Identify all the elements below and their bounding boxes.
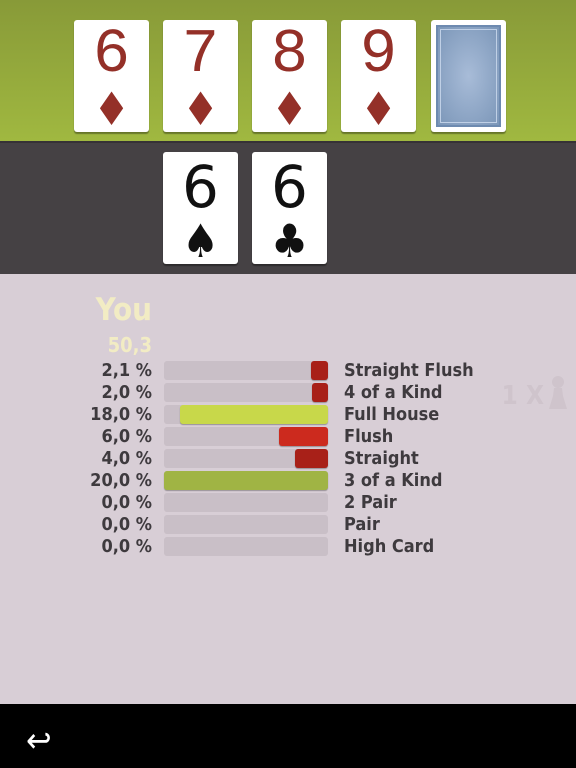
card-back-pattern bbox=[436, 25, 501, 127]
odds-row: 18,0 % Full House bbox=[0, 404, 576, 426]
odds-row: 6,0 % Flush bbox=[0, 426, 576, 448]
odds-row: 0,0 % Pair bbox=[0, 514, 576, 536]
odds-bar-track bbox=[164, 515, 328, 534]
odds-bar-track bbox=[164, 471, 328, 490]
player-info: You 50,3 bbox=[96, 293, 152, 357]
player-name: You bbox=[95, 292, 152, 328]
player-score: 50,3 bbox=[107, 333, 152, 357]
player-hand-area: You 50,3 6 ♠ 6 ♣ 1 X bbox=[0, 141, 576, 411]
odds-row: 4,0 % Straight bbox=[0, 448, 576, 470]
card-rank: 6 bbox=[182, 153, 219, 221]
hand-name: Full House bbox=[344, 404, 440, 425]
odds-bar-fill bbox=[310, 361, 328, 380]
card-rank: 7 bbox=[181, 19, 220, 90]
card-rank: 9 bbox=[359, 19, 398, 90]
card-rank: 6 bbox=[271, 153, 308, 221]
odds-percent: 0,0 % bbox=[101, 514, 152, 535]
odds-bar-fill bbox=[311, 383, 328, 402]
diamond-icon: ♦ bbox=[181, 82, 220, 136]
hole-card[interactable]: 6 ♣ bbox=[252, 152, 327, 264]
odds-percent: 4,0 % bbox=[101, 448, 152, 469]
hand-name: Straight bbox=[344, 448, 419, 469]
odds-bar-fill bbox=[164, 471, 328, 490]
board-card: 9 ♦ bbox=[341, 20, 416, 132]
hand-name: Flush bbox=[344, 426, 394, 447]
odds-bar-fill bbox=[278, 427, 328, 446]
odds-bar-track bbox=[164, 405, 328, 424]
hand-name: Pair bbox=[344, 514, 380, 535]
hand-name: 2 Pair bbox=[344, 492, 397, 513]
odds-bar-fill bbox=[180, 405, 328, 424]
club-icon: ♣ bbox=[270, 214, 309, 268]
odds-bar-track bbox=[164, 383, 328, 402]
diamond-icon: ♦ bbox=[270, 82, 309, 136]
hand-name: High Card bbox=[344, 536, 435, 557]
odds-percent: 18,0 % bbox=[90, 404, 152, 425]
footer-bar: ↩ bbox=[0, 704, 576, 768]
board-card: 8 ♦ bbox=[252, 20, 327, 132]
odds-percent: 2,1 % bbox=[101, 360, 152, 381]
spade-icon: ♠ bbox=[181, 214, 220, 268]
odds-percent: 6,0 % bbox=[101, 426, 152, 447]
odds-bar-track bbox=[164, 537, 328, 556]
odds-bar-fill bbox=[295, 449, 328, 468]
hand-name: Straight Flush bbox=[344, 360, 474, 381]
odds-row: 2,0 % 4 of a Kind bbox=[0, 382, 576, 404]
hand-name: 3 of a Kind bbox=[344, 470, 443, 491]
odds-bar-track bbox=[164, 361, 328, 380]
odds-bar-track bbox=[164, 449, 328, 468]
hole-card[interactable]: 6 ♠ bbox=[163, 152, 238, 264]
odds-row: 2,1 % Straight Flush bbox=[0, 360, 576, 382]
diamond-icon: ♦ bbox=[92, 82, 131, 136]
odds-percent: 2,0 % bbox=[101, 382, 152, 403]
diamond-icon: ♦ bbox=[359, 82, 398, 136]
odds-percent: 0,0 % bbox=[101, 492, 152, 513]
back-arrow-icon[interactable]: ↩ bbox=[26, 724, 52, 758]
odds-row: 0,0 % 2 Pair bbox=[0, 492, 576, 514]
card-rank: 6 bbox=[92, 19, 131, 90]
card-rank: 8 bbox=[270, 19, 309, 90]
hand-name: 4 of a Kind bbox=[344, 382, 443, 403]
odds-percent: 20,0 % bbox=[90, 470, 152, 491]
odds-bar-track bbox=[164, 427, 328, 446]
odds-row: 0,0 % High Card bbox=[0, 536, 576, 558]
face-down-card[interactable] bbox=[431, 20, 506, 132]
odds-percent: 0,0 % bbox=[101, 536, 152, 557]
board-card: 6 ♦ bbox=[74, 20, 149, 132]
board-card: 7 ♦ bbox=[163, 20, 238, 132]
odds-bar-track bbox=[164, 493, 328, 512]
odds-row: 20,0 % 3 of a Kind bbox=[0, 470, 576, 492]
community-cards: 6 ♦ 7 ♦ 8 ♦ 9 ♦ bbox=[0, 0, 576, 141]
